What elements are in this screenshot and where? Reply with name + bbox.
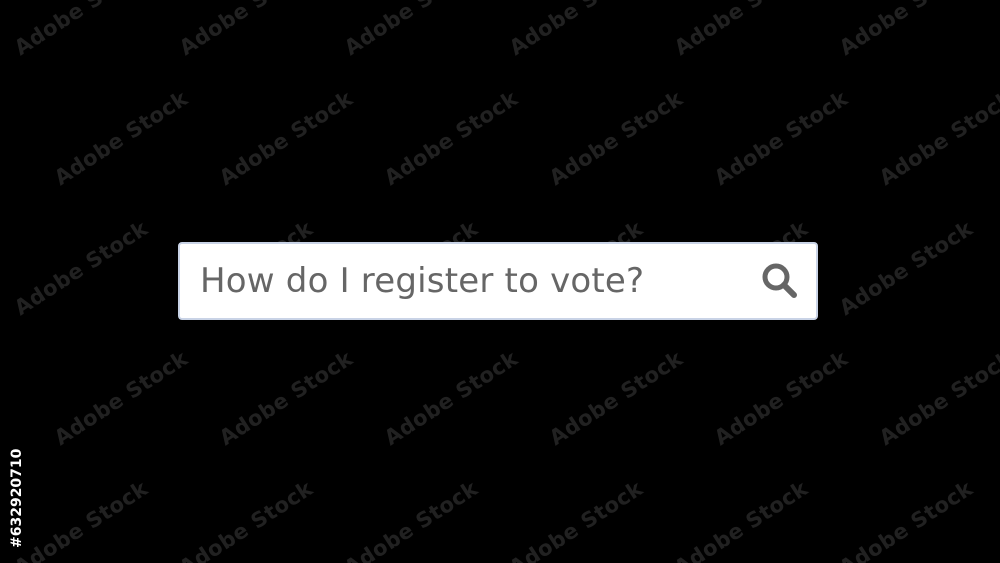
watermark-text: Adobe Stock <box>505 476 648 563</box>
watermark-text: Adobe Stock <box>10 476 153 563</box>
watermark-text: Adobe Stock <box>835 216 978 321</box>
watermark-text: Adobe Stock <box>710 86 853 191</box>
watermark-text: Adobe Stock <box>545 86 688 191</box>
watermark-text: Adobe Stock <box>50 86 193 191</box>
watermark-text: Adobe Stock <box>175 476 318 563</box>
watermark-text: Adobe Stock <box>215 346 358 451</box>
watermark-text: Adobe Stock <box>505 0 648 61</box>
search-button[interactable] <box>744 244 816 318</box>
watermark-text: Adobe Stock <box>545 346 688 451</box>
watermark-text: Adobe Stock <box>175 0 318 61</box>
watermark-text: Adobe Stock <box>875 86 1000 191</box>
watermark-text: Adobe Stock <box>340 476 483 563</box>
watermark-text: Adobe Stock <box>835 476 978 563</box>
watermark-text: Adobe Stock <box>670 476 813 563</box>
search-bar[interactable]: How do I register to vote? <box>178 242 818 320</box>
search-input[interactable]: How do I register to vote? <box>180 244 744 318</box>
stock-id-label: #632920710 <box>9 448 25 548</box>
watermark-text: Adobe Stock <box>50 346 193 451</box>
watermark-text: Adobe Stock <box>10 0 153 61</box>
watermark-text: Adobe Stock <box>380 346 523 451</box>
video-frame: Adobe Stock Adobe Stock Adobe Stock Adobe S… <box>0 0 1000 563</box>
watermark-text: Adobe Stock <box>835 0 978 61</box>
watermark-text: Adobe Stock <box>380 86 523 191</box>
watermark-text: Adobe Stock <box>670 0 813 61</box>
watermark-text: Adobe Stock <box>340 0 483 61</box>
watermark-text: Adobe Stock <box>875 346 1000 451</box>
watermark-text: Adobe Stock <box>215 86 358 191</box>
watermark-text: Adobe Stock <box>710 346 853 451</box>
watermark-text: Adobe Stock <box>10 216 153 321</box>
search-icon <box>762 263 797 298</box>
